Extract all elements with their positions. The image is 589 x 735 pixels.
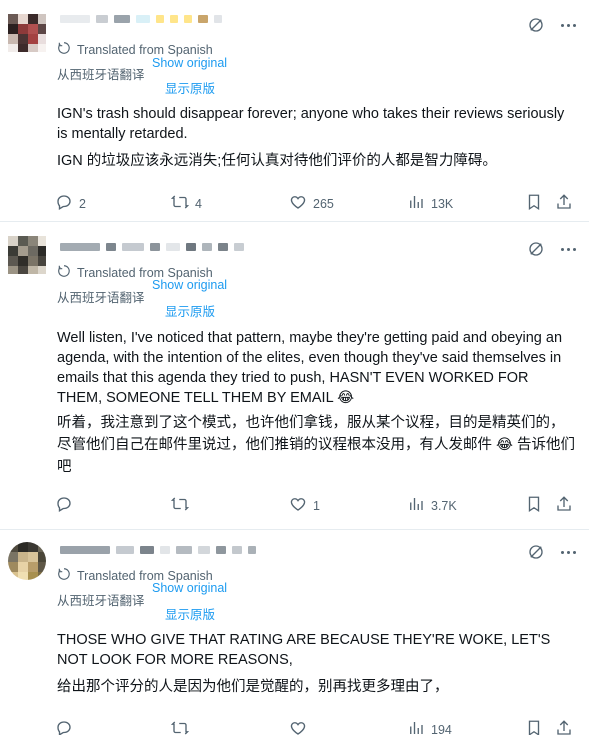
translated-from-label-zh: 从西班牙语翻译 — [57, 594, 145, 608]
tweet-actions: 1 3.7K — [55, 495, 580, 515]
avatar[interactable] — [8, 14, 46, 52]
tweet-text-zh: 听着，我注意到了这个模式，也许他们拿钱，服从某个议程，目的是精英们的，尽管他们自… — [57, 415, 575, 475]
views-icon — [407, 719, 425, 735]
views-button[interactable]: 194 — [407, 719, 452, 735]
translate-icon — [57, 264, 71, 281]
reply-tweet[interactable]: Translated from Spanish 从西班牙语翻译 Show ori… — [0, 222, 589, 530]
display-name-blurred[interactable] — [60, 545, 256, 555]
repost-icon — [170, 495, 190, 516]
like-icon — [289, 495, 307, 516]
tweet-text: IGN's trash should disappear forever; an… — [57, 106, 565, 142]
tweet-actions: 194 — [55, 719, 580, 735]
like-icon — [289, 193, 307, 214]
share-button[interactable] — [555, 719, 573, 735]
repost-icon — [170, 719, 190, 735]
share-icon — [555, 719, 573, 735]
views-button[interactable]: 13K — [407, 193, 453, 214]
views-icon — [407, 193, 425, 214]
more-icon[interactable] — [559, 549, 577, 555]
share-button[interactable] — [555, 193, 573, 214]
translate-icon — [57, 567, 71, 584]
repost-button[interactable] — [170, 495, 195, 516]
tweet-text: THOSE WHO GIVE THAT RATING ARE BECAUSE T… — [57, 632, 551, 668]
bookmark-button[interactable] — [525, 495, 543, 516]
avatar[interactable] — [8, 236, 46, 274]
share-button[interactable] — [555, 495, 573, 516]
translated-from-label-zh: 从西班牙语翻译 — [57, 291, 145, 305]
repost-button[interactable] — [170, 719, 195, 735]
reply-button[interactable]: 2 — [55, 193, 86, 214]
bookmark-icon — [525, 719, 543, 735]
repost-button[interactable]: 4 — [170, 193, 202, 214]
like-button[interactable] — [289, 719, 313, 735]
like-button[interactable]: 1 — [289, 495, 320, 516]
reply-icon — [55, 495, 73, 516]
repost-icon — [170, 193, 190, 214]
bookmark-icon — [525, 193, 543, 214]
like-icon — [289, 719, 307, 735]
grok-icon[interactable] — [527, 543, 545, 561]
bookmark-button[interactable] — [525, 193, 543, 214]
like-button[interactable]: 265 — [289, 193, 334, 214]
show-original-link[interactable]: Show original — [152, 56, 227, 70]
show-original-link-zh[interactable]: 显示原版 — [165, 604, 215, 623]
reply-icon — [55, 193, 73, 214]
display-name-blurred[interactable] — [60, 14, 222, 24]
translated-from-label-zh: 从西班牙语翻译 — [57, 68, 145, 82]
reply-button[interactable] — [55, 495, 79, 516]
share-icon — [555, 495, 573, 516]
reply-icon — [55, 719, 73, 735]
share-icon — [555, 193, 573, 214]
reply-tweet[interactable]: Translated from Spanish 从西班牙语翻译 Show ori… — [0, 530, 589, 735]
tweet-text: Well listen, I've noticed that pattern, … — [57, 330, 563, 406]
display-name-blurred[interactable] — [60, 242, 244, 252]
views-icon — [407, 495, 425, 516]
show-original-link-zh[interactable]: 显示原版 — [165, 78, 215, 97]
more-icon[interactable] — [559, 246, 577, 252]
bookmark-icon — [525, 495, 543, 516]
show-original-link[interactable]: Show original — [152, 581, 227, 595]
show-original-link[interactable]: Show original — [152, 278, 227, 292]
more-icon[interactable] — [559, 22, 577, 28]
grok-icon[interactable] — [527, 240, 545, 258]
tweet-text-zh: 给出那个评分的人是因为他们是觉醒的，别再找更多理由了， — [57, 679, 449, 695]
tweet-actions: 2 4 265 13K — [55, 193, 580, 213]
translate-icon — [57, 41, 71, 58]
show-original-link-zh[interactable]: 显示原版 — [165, 301, 215, 320]
reply-tweet[interactable]: Translated from Spanish 从西班牙语翻译 Show ori… — [0, 0, 589, 222]
avatar[interactable] — [8, 542, 46, 580]
views-button[interactable]: 3.7K — [407, 495, 457, 516]
grok-icon[interactable] — [527, 16, 545, 34]
reply-button[interactable] — [55, 719, 79, 735]
bookmark-button[interactable] — [525, 719, 543, 735]
tweet-text-zh: IGN 的垃圾应该永远消失;任何认真对待他们评价的人都是智力障碍。 — [57, 153, 497, 169]
